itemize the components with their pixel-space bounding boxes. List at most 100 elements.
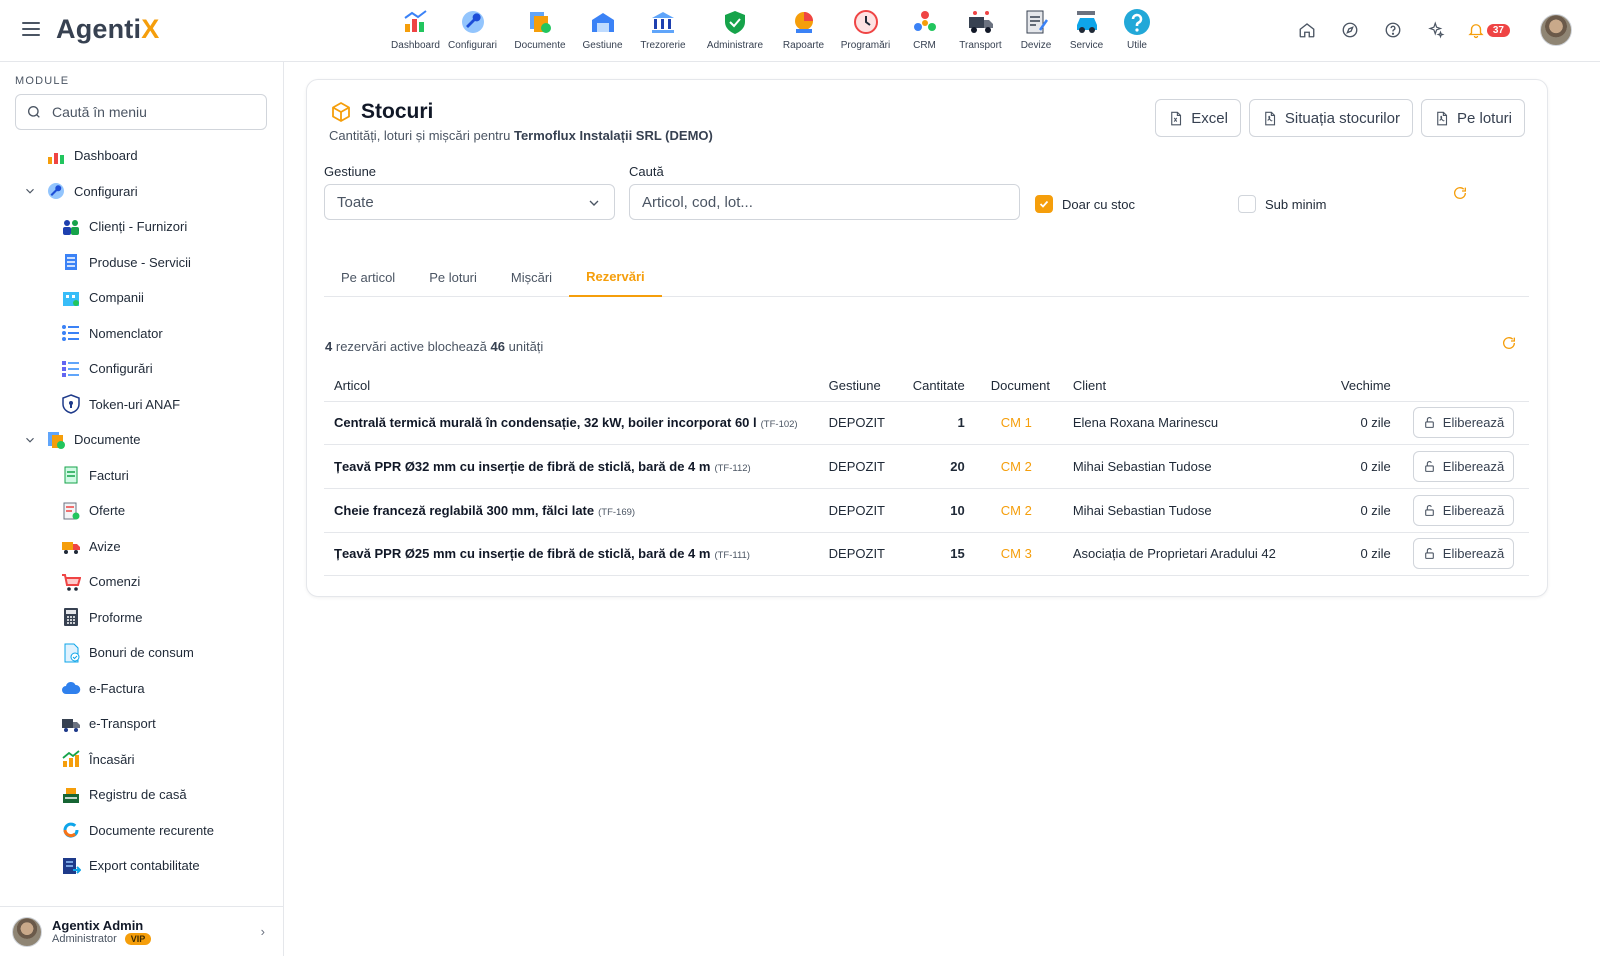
unlock-icon <box>1424 504 1434 516</box>
table-row: Cheie franceză reglabilă 300 mm, fălci l… <box>324 488 1529 533</box>
sidebar-item-documente[interactable]: Documente <box>0 422 283 458</box>
document-link[interactable]: CM 1 <box>974 401 1063 446</box>
top-bar: AgentiX Dashboard Configurari Documente Ges… <box>0 0 1600 62</box>
by-lots-button[interactable]: Pe loturi <box>1420 99 1525 137</box>
only-in-stock-checkbox[interactable]: Doar cu stoc <box>1035 195 1135 213</box>
sidebar-item-configurari[interactable]: Configurari <box>0 174 283 210</box>
module-documente[interactable]: Documente <box>506 6 574 58</box>
page-title: Stocuri <box>361 100 434 123</box>
module-dashboard[interactable]: Dashboard <box>391 6 440 58</box>
home-icon[interactable] <box>1295 18 1319 42</box>
sidebar-item-documente-recurente[interactable]: Documente recurente <box>0 813 283 849</box>
cash-register-icon <box>61 785 81 805</box>
sidebar-item-avize[interactable]: Avize <box>0 529 283 565</box>
col-client[interactable]: Client <box>1062 371 1286 402</box>
export-excel-button[interactable]: Excel <box>1155 99 1241 137</box>
reservations-table: Articol Gestiune Cantitate Document Clie… <box>324 371 1529 577</box>
module-nav: Dashboard Configurari Documente Gestiune Tre… <box>391 6 1162 58</box>
notifications-button[interactable]: 37 <box>1467 18 1510 42</box>
sidebar-item-încasări[interactable]: Încasări <box>0 742 283 778</box>
release-button[interactable]: Eliberează <box>1412 407 1515 439</box>
module-configurari[interactable]: Configurari <box>439 6 506 58</box>
delivery-truck-icon <box>61 536 81 556</box>
module-devize[interactable]: Devize <box>1011 6 1061 58</box>
cell-vechime: 0 zile <box>1285 532 1401 577</box>
sidebar-item-dashboard[interactable]: Dashboard <box>0 138 283 174</box>
sidebar-item-registru-de-casă[interactable]: Registru de casă <box>0 777 283 813</box>
module-utile[interactable]: Utile <box>1112 6 1162 58</box>
sidebar-item-configurări[interactable]: Configurări <box>0 351 283 387</box>
wrench-icon <box>457 6 489 38</box>
release-button[interactable]: Eliberează <box>1412 538 1515 570</box>
cell-vechime: 0 zile <box>1285 488 1401 533</box>
module-service[interactable]: Service <box>1061 6 1112 58</box>
sidebar-item-bonuri-de-consum[interactable]: Bonuri de consum <box>0 635 283 671</box>
cell-gestiune: DEPOZIT <box>818 488 901 533</box>
cell-cantitate: 15 <box>900 532 975 577</box>
sidebar-item-label: Documente recurente <box>89 822 215 838</box>
module-transport[interactable]: Transport <box>950 6 1011 58</box>
sidebar-item-proforme[interactable]: Proforme <box>0 600 283 636</box>
hamburger-menu-icon[interactable] <box>22 22 40 36</box>
refresh-reservations-icon[interactable] <box>1501 335 1517 356</box>
user-avatar[interactable] <box>1540 14 1572 46</box>
sidebar-item-e-factura[interactable]: e-Factura <box>0 671 283 707</box>
sidebar-user-footer[interactable]: Agentix Admin Administrator VIP › <box>0 906 283 956</box>
release-button[interactable]: Eliberează <box>1412 494 1515 526</box>
sidebar-item-clienți-furnizori[interactable]: Clienți - Furnizori <box>0 209 283 245</box>
sidebar-item-produse-servicii[interactable]: Produse - Servicii <box>0 245 283 281</box>
document-link[interactable]: CM 3 <box>974 532 1063 577</box>
sidebar-item-e-transport[interactable]: e-Transport <box>0 706 283 742</box>
sidebar-search-input[interactable] <box>52 104 252 120</box>
sidebar-item-companii[interactable]: Companii <box>0 280 283 316</box>
module-programări[interactable]: Programări <box>832 6 899 58</box>
stock-situation-button[interactable]: Situația stocurilor <box>1248 99 1413 137</box>
col-document[interactable]: Document <box>974 371 1063 402</box>
box-icon <box>332 102 350 122</box>
module-trezorerie[interactable]: Trezorerie <box>631 6 695 58</box>
tab-mișcări[interactable]: Mișcări <box>494 258 569 297</box>
tab-pe-loturi[interactable]: Pe loturi <box>412 258 494 297</box>
module-rapoarte[interactable]: Rapoarte <box>775 6 832 58</box>
refresh-icon[interactable] <box>1452 185 1468 206</box>
col-cantitate[interactable]: Cantitate <box>900 371 975 402</box>
sidebar-item-label: Proforme <box>89 609 143 625</box>
vip-badge: VIP <box>124 933 152 945</box>
sidebar-item-oferte[interactable]: Oferte <box>0 493 283 529</box>
module-crm[interactable]: CRM <box>899 6 950 58</box>
release-button[interactable]: Eliberează <box>1412 451 1515 483</box>
sidebar-item-token-uri-anaf[interactable]: Token-uri ANAF <box>0 387 283 423</box>
help-icon <box>1121 6 1153 38</box>
dashboard-icon <box>46 146 66 166</box>
stock-search-input[interactable] <box>629 184 1020 220</box>
table-row: Țeavă PPR Ø25 mm cu inserție de fibră de… <box>324 532 1529 577</box>
sidebar-item-export-contabilitate[interactable]: Export contabilitate <box>0 848 283 884</box>
compass-icon[interactable] <box>1338 18 1362 42</box>
chevron-down-icon[interactable] <box>22 433 38 447</box>
tab-pe-articol[interactable]: Pe articol <box>324 258 412 297</box>
reservations-summary: 4 rezervări active blochează 46 unități <box>325 339 544 354</box>
chevron-down-icon[interactable] <box>22 184 38 198</box>
gestiune-select[interactable]: Toate <box>324 184 615 220</box>
module-administrare[interactable]: Administrare <box>695 6 775 58</box>
sidebar-item-label: Token-uri ANAF <box>89 396 181 412</box>
tab-rezervări[interactable]: Rezervări <box>569 258 662 297</box>
chevron-right-icon[interactable]: › <box>261 924 265 939</box>
col-articol[interactable]: Articol <box>324 371 819 402</box>
document-link[interactable]: CM 2 <box>974 488 1063 533</box>
help-circle-icon[interactable] <box>1381 18 1405 42</box>
sidebar-item-comenzi[interactable]: Comenzi <box>0 564 283 600</box>
sidebar-item-label: Comenzi <box>89 574 141 590</box>
item-code: (TF-111) <box>714 550 750 562</box>
document-link[interactable]: CM 2 <box>974 444 1063 489</box>
cell-articol: Țeavă PPR Ø32 mm cu inserție de fibră de… <box>324 444 819 489</box>
col-gestiune[interactable]: Gestiune <box>818 371 901 402</box>
sidebar-search[interactable] <box>15 94 267 130</box>
sparkle-ai-icon[interactable] <box>1424 18 1448 42</box>
sidebar-item-nomenclator[interactable]: Nomenclator <box>0 316 283 352</box>
col-vechime[interactable]: Vechime <box>1285 371 1401 402</box>
below-minimum-checkbox[interactable]: Sub minim <box>1238 195 1326 213</box>
sidebar-item-facturi[interactable]: Facturi <box>0 458 283 494</box>
app-logo[interactable]: AgentiX <box>56 14 159 45</box>
module-gestiune[interactable]: Gestiune <box>574 6 631 58</box>
